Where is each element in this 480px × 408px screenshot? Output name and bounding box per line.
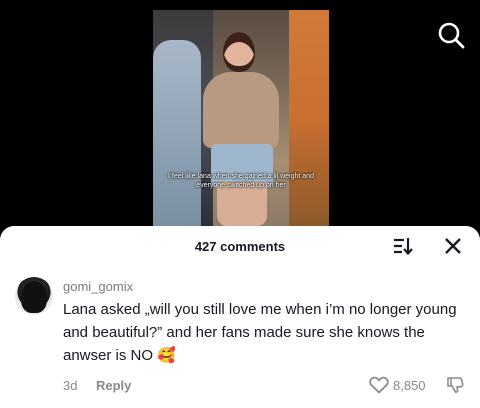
comments-sheet: 427 comments gomi_gomix Lana asked „will… bbox=[0, 226, 480, 408]
comment-username[interactable]: gomi_gomix bbox=[63, 279, 133, 294]
like-button[interactable]: 8,850 bbox=[369, 375, 426, 395]
heart-icon bbox=[369, 376, 389, 394]
video-thumbnail[interactable]: I feel like lana when she gained a lil w… bbox=[153, 10, 329, 226]
search-button[interactable] bbox=[436, 20, 466, 50]
close-icon bbox=[445, 238, 461, 254]
sort-button[interactable] bbox=[392, 236, 414, 256]
sort-icon bbox=[394, 238, 413, 256]
comment-body: Lana asked „will you still love me when … bbox=[63, 301, 457, 364]
close-button[interactable] bbox=[443, 236, 463, 256]
thumbs-down-icon bbox=[447, 377, 464, 394]
search-icon bbox=[438, 22, 465, 49]
dislike-button[interactable] bbox=[446, 376, 464, 394]
like-count: 8,850 bbox=[393, 377, 426, 393]
comment-item: gomi_gomix Lana asked „will you still lo… bbox=[0, 268, 480, 408]
comment-text: Lana asked „will you still love me when … bbox=[63, 298, 473, 367]
comment-age: 3d bbox=[63, 378, 78, 393]
video-caption: I feel like lana when she gained a lil w… bbox=[168, 173, 314, 189]
reply-button[interactable]: Reply bbox=[96, 378, 131, 393]
background-decor bbox=[289, 10, 329, 226]
video-area: I feel like lana when she gained a lil w… bbox=[0, 0, 480, 226]
comments-header: 427 comments bbox=[0, 226, 480, 266]
smiling-face-hearts-emoji: 🥰 bbox=[157, 347, 176, 364]
avatar[interactable] bbox=[15, 277, 53, 315]
woman-figure bbox=[193, 32, 288, 226]
